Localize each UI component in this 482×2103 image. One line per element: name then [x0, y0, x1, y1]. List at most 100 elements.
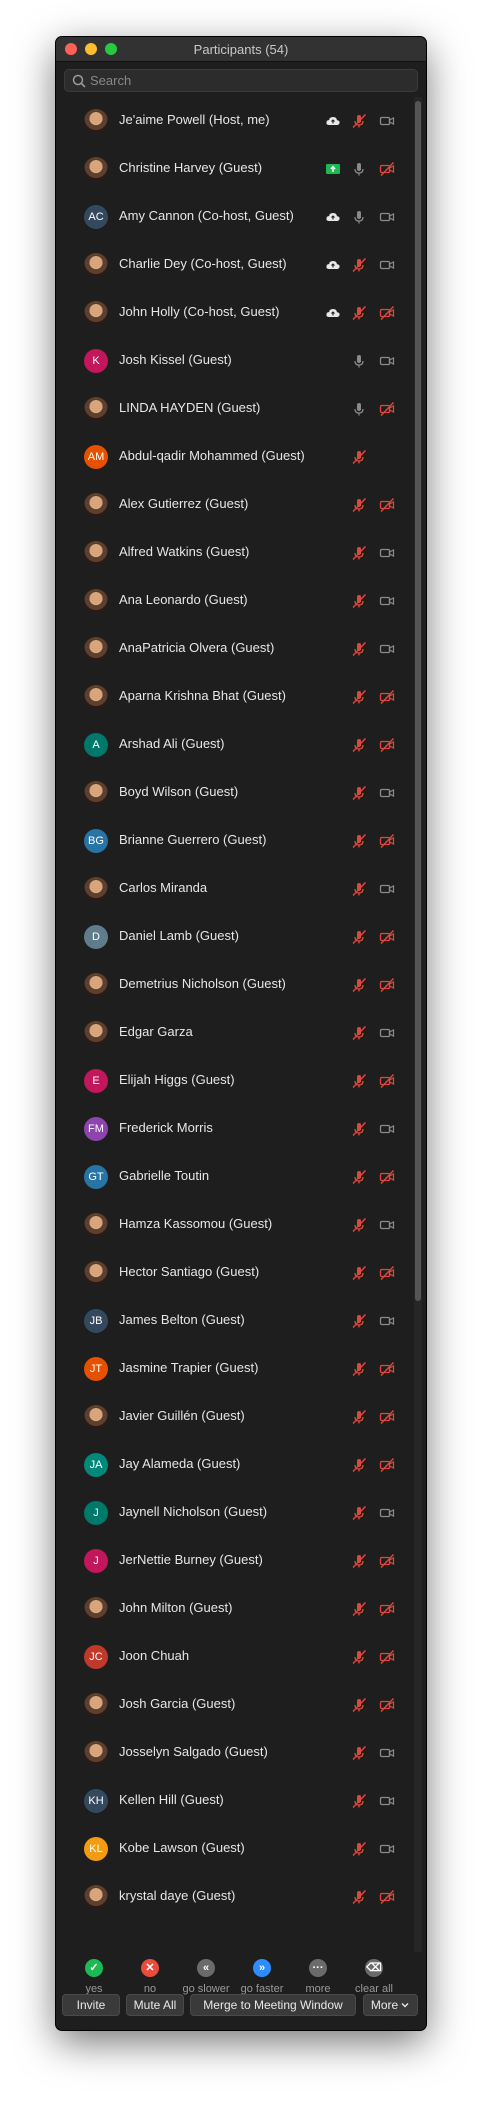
cloud-upload-icon[interactable]	[325, 209, 341, 225]
camera-off-icon[interactable]	[379, 305, 395, 321]
microphone-muted-icon[interactable]	[351, 737, 367, 753]
microphone-muted-icon[interactable]	[351, 785, 367, 801]
microphone-muted-icon[interactable]	[351, 977, 367, 993]
participant-row[interactable]: krystal daye (Guest)	[56, 1873, 411, 1921]
participant-row[interactable]: JA Jay Alameda (Guest)	[56, 1441, 411, 1489]
scrollbar[interactable]	[414, 97, 422, 1952]
microphone-muted-icon[interactable]	[351, 881, 367, 897]
microphone-muted-icon[interactable]	[351, 1217, 367, 1233]
participant-row[interactable]: LINDA HAYDEN (Guest)	[56, 385, 411, 433]
camera-off-icon[interactable]	[379, 689, 395, 705]
camera-off-icon[interactable]	[379, 1073, 395, 1089]
camera-icon[interactable]	[379, 593, 395, 609]
camera-off-icon[interactable]	[379, 737, 395, 753]
reaction-more-button[interactable]: ··· more	[290, 1959, 346, 1995]
camera-icon[interactable]	[379, 1505, 395, 1521]
microphone-muted-icon[interactable]	[351, 1601, 367, 1617]
camera-icon[interactable]	[379, 353, 395, 369]
microphone-icon[interactable]	[351, 353, 367, 369]
participant-row[interactable]: Alex Gutierrez (Guest)	[56, 481, 411, 529]
participant-row[interactable]: FM Frederick Morris	[56, 1105, 411, 1153]
reaction-clear-all-button[interactable]: ⌫ clear all	[346, 1959, 402, 1995]
microphone-muted-icon[interactable]	[351, 497, 367, 513]
microphone-muted-icon[interactable]	[351, 1361, 367, 1377]
participant-row[interactable]: A Arshad Ali (Guest)	[56, 721, 411, 769]
camera-off-icon[interactable]	[379, 977, 395, 993]
microphone-muted-icon[interactable]	[351, 641, 367, 657]
camera-icon[interactable]	[379, 1793, 395, 1809]
scrollbar-thumb[interactable]	[415, 101, 421, 1301]
microphone-muted-icon[interactable]	[351, 929, 367, 945]
cloud-upload-icon[interactable]	[325, 305, 341, 321]
participant-row[interactable]: Ana Leonardo (Guest)	[56, 577, 411, 625]
participant-row[interactable]: Je'aime Powell (Host, me)	[56, 97, 411, 145]
microphone-muted-icon[interactable]	[351, 1457, 367, 1473]
search-box[interactable]	[64, 69, 418, 92]
participant-row[interactable]: Javier Guillén (Guest)	[56, 1393, 411, 1441]
microphone-icon[interactable]	[351, 161, 367, 177]
camera-off-icon[interactable]	[379, 1265, 395, 1281]
participant-row[interactable]: JB James Belton (Guest)	[56, 1297, 411, 1345]
participant-row[interactable]: E Elijah Higgs (Guest)	[56, 1057, 411, 1105]
reaction-yes-button[interactable]: ✓ yes	[66, 1959, 122, 1995]
camera-icon[interactable]	[379, 545, 395, 561]
participant-row[interactable]: Josselyn Salgado (Guest)	[56, 1729, 411, 1777]
participant-row[interactable]: AM Abdul-qadir Mohammed (Guest)	[56, 433, 411, 481]
camera-icon[interactable]	[379, 881, 395, 897]
camera-off-icon[interactable]	[379, 1649, 395, 1665]
participant-row[interactable]: J Jaynell Nicholson (Guest)	[56, 1489, 411, 1537]
microphone-muted-icon[interactable]	[351, 113, 367, 129]
participant-row[interactable]: JT Jasmine Trapier (Guest)	[56, 1345, 411, 1393]
camera-icon[interactable]	[379, 113, 395, 129]
microphone-muted-icon[interactable]	[351, 449, 367, 465]
camera-icon[interactable]	[379, 1745, 395, 1761]
invite-button[interactable]: Invite	[62, 1994, 120, 2016]
camera-icon[interactable]	[379, 257, 395, 273]
microphone-muted-icon[interactable]	[351, 1409, 367, 1425]
microphone-muted-icon[interactable]	[351, 545, 367, 561]
camera-icon[interactable]	[379, 1025, 395, 1041]
microphone-muted-icon[interactable]	[351, 1793, 367, 1809]
microphone-muted-icon[interactable]	[351, 1265, 367, 1281]
camera-icon[interactable]	[379, 641, 395, 657]
camera-off-icon[interactable]	[379, 401, 395, 417]
camera-icon[interactable]	[379, 209, 395, 225]
microphone-muted-icon[interactable]	[351, 1073, 367, 1089]
participant-row[interactable]: Aparna Krishna Bhat (Guest)	[56, 673, 411, 721]
participant-row[interactable]: Christine Harvey (Guest)	[56, 145, 411, 193]
participant-row[interactable]: D Daniel Lamb (Guest)	[56, 913, 411, 961]
camera-off-icon[interactable]	[379, 161, 395, 177]
microphone-muted-icon[interactable]	[351, 1697, 367, 1713]
participant-row[interactable]: KH Kellen Hill (Guest)	[56, 1777, 411, 1825]
camera-off-icon[interactable]	[379, 1601, 395, 1617]
microphone-muted-icon[interactable]	[351, 593, 367, 609]
camera-off-icon[interactable]	[379, 929, 395, 945]
cloud-upload-icon[interactable]	[325, 113, 341, 129]
reaction-no-button[interactable]: ✕ no	[122, 1959, 178, 1995]
camera-off-icon[interactable]	[379, 1553, 395, 1569]
mute-all-button[interactable]: Mute All	[126, 1994, 184, 2016]
participant-row[interactable]: Alfred Watkins (Guest)	[56, 529, 411, 577]
participant-row[interactable]: Demetrius Nicholson (Guest)	[56, 961, 411, 1009]
camera-off-icon[interactable]	[379, 497, 395, 513]
microphone-muted-icon[interactable]	[351, 833, 367, 849]
microphone-muted-icon[interactable]	[351, 1889, 367, 1905]
participant-row[interactable]: Boyd Wilson (Guest)	[56, 769, 411, 817]
microphone-muted-icon[interactable]	[351, 1649, 367, 1665]
camera-icon[interactable]	[379, 1121, 395, 1137]
participant-row[interactable]: John Holly (Co-host, Guest)	[56, 289, 411, 337]
camera-off-icon[interactable]	[379, 833, 395, 849]
microphone-muted-icon[interactable]	[351, 1553, 367, 1569]
cloud-upload-icon[interactable]	[325, 257, 341, 273]
microphone-muted-icon[interactable]	[351, 1313, 367, 1329]
microphone-muted-icon[interactable]	[351, 1745, 367, 1761]
microphone-muted-icon[interactable]	[351, 689, 367, 705]
camera-off-icon[interactable]	[379, 1361, 395, 1377]
microphone-icon[interactable]	[351, 401, 367, 417]
participant-row[interactable]: Hector Santiago (Guest)	[56, 1249, 411, 1297]
participant-row[interactable]: AC Amy Cannon (Co-host, Guest)	[56, 193, 411, 241]
camera-off-icon[interactable]	[379, 1457, 395, 1473]
microphone-muted-icon[interactable]	[351, 1025, 367, 1041]
microphone-muted-icon[interactable]	[351, 1169, 367, 1185]
camera-off-icon[interactable]	[379, 1889, 395, 1905]
